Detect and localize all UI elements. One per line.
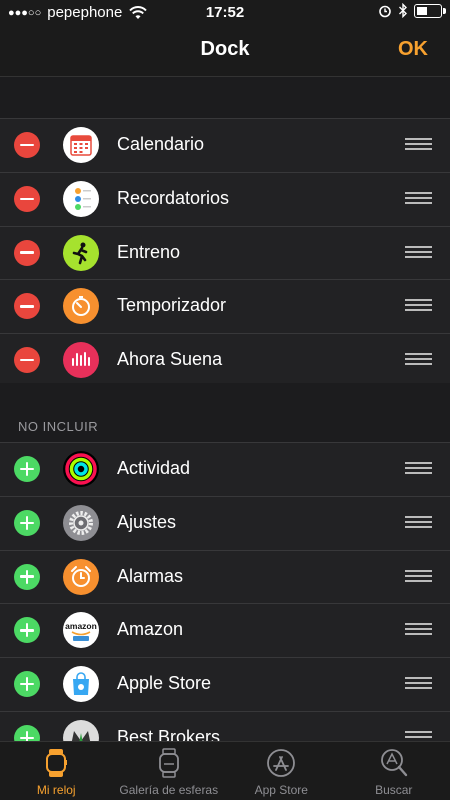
excluded-list: Actividad Ajustes Alarmas amazon Amazon … — [0, 442, 450, 766]
reminders-icon — [63, 180, 99, 217]
tab-app-store[interactable]: App Store — [225, 742, 338, 800]
excluded-row-amazon: amazon Amazon — [0, 604, 450, 659]
dock-list: Calendario Recordatorios Entreno Tempori… — [0, 118, 450, 388]
excluded-row-alarmas: Alarmas — [0, 551, 450, 605]
tab-buscar[interactable]: Buscar — [338, 742, 450, 800]
remove-button[interactable] — [14, 239, 40, 266]
add-button[interactable] — [14, 671, 40, 698]
watch-icon — [46, 749, 68, 777]
reorder-handle[interactable] — [405, 138, 432, 152]
add-button[interactable] — [14, 509, 40, 536]
reorder-handle[interactable] — [405, 191, 432, 206]
app-label: Calendario — [117, 134, 205, 154]
tab-label: Galería de esferas — [119, 783, 219, 797]
tab-label: Buscar — [375, 783, 413, 797]
page-title: Dock — [200, 38, 250, 60]
reorder-handle[interactable] — [405, 623, 432, 637]
app-label: Ajustes — [117, 511, 177, 532]
status-right — [378, 3, 446, 18]
watch-face-icon — [158, 748, 179, 778]
remove-button[interactable] — [14, 132, 40, 158]
app-label: Recordatorios — [117, 187, 230, 208]
section-spacer — [0, 77, 450, 118]
reorder-handle[interactable] — [405, 462, 432, 476]
dock-row-temporizador: Temporizador — [0, 280, 450, 335]
reorder-handle[interactable] — [405, 353, 432, 367]
reorder-handle[interactable] — [405, 569, 432, 584]
svg-text:amazon: amazon — [65, 621, 97, 631]
excluded-row-apple-store: Apple Store — [0, 658, 450, 712]
tab-mi-reloj[interactable]: Mi reloj — [0, 742, 113, 800]
alarms-icon — [63, 558, 99, 595]
battery-icon — [414, 3, 446, 18]
timer-icon — [63, 288, 99, 325]
app-label: Temporizador — [117, 295, 227, 316]
app-label: Alarmas — [117, 565, 184, 586]
app-label: Actividad — [117, 458, 191, 478]
tab-bar: Mi reloj Galería de esferas App Store Bu… — [0, 741, 450, 800]
activity-icon — [63, 451, 99, 487]
remove-button[interactable] — [14, 185, 40, 212]
ok-button[interactable]: OK — [398, 38, 428, 61]
settings-icon — [63, 504, 99, 541]
reorder-handle[interactable] — [405, 515, 432, 530]
bluetooth-icon — [399, 3, 407, 18]
reorder-handle[interactable] — [405, 245, 432, 260]
app-label: Entreno — [117, 241, 181, 262]
excluded-row-ajustes: Ajustes — [0, 497, 450, 551]
tab-label: Mi reloj — [36, 783, 76, 797]
dock-row-ahora-suena: Ahora Suena — [0, 334, 450, 388]
app-store-icon — [267, 749, 296, 777]
excluded-row-actividad: Actividad — [0, 443, 450, 497]
search-icon — [380, 749, 407, 777]
reorder-handle[interactable] — [405, 299, 432, 313]
app-label: Ahora Suena — [117, 349, 223, 370]
remove-button[interactable] — [14, 293, 40, 320]
reorder-handle[interactable] — [405, 677, 432, 691]
remove-button[interactable] — [14, 347, 40, 374]
tab-label: App Store — [254, 783, 308, 797]
tab-galeria-de-esferas[interactable]: Galería de esferas — [113, 742, 226, 800]
now-playing-icon — [63, 342, 99, 379]
dock-row-entreno: Entreno — [0, 227, 450, 281]
dock-row-recordatorios: Recordatorios — [0, 173, 450, 227]
apple-store-icon — [63, 666, 99, 703]
alarm-clock-icon — [379, 5, 391, 17]
status-bar: ●●●○○ pepephone 17:52 — [0, 0, 450, 26]
workout-icon — [63, 234, 99, 271]
amazon-icon: amazon — [63, 612, 99, 649]
add-button[interactable] — [14, 456, 40, 482]
add-button[interactable] — [14, 563, 40, 590]
app-label: Amazon — [117, 619, 184, 640]
navigation-bar: Dock OK — [0, 26, 450, 77]
add-button[interactable] — [14, 617, 40, 644]
section-header-excluded: NO INCLUIR — [18, 419, 99, 434]
dock-row-calendario: Calendario — [0, 119, 450, 173]
app-label: Apple Store — [117, 673, 212, 694]
calendar-icon — [63, 127, 99, 163]
